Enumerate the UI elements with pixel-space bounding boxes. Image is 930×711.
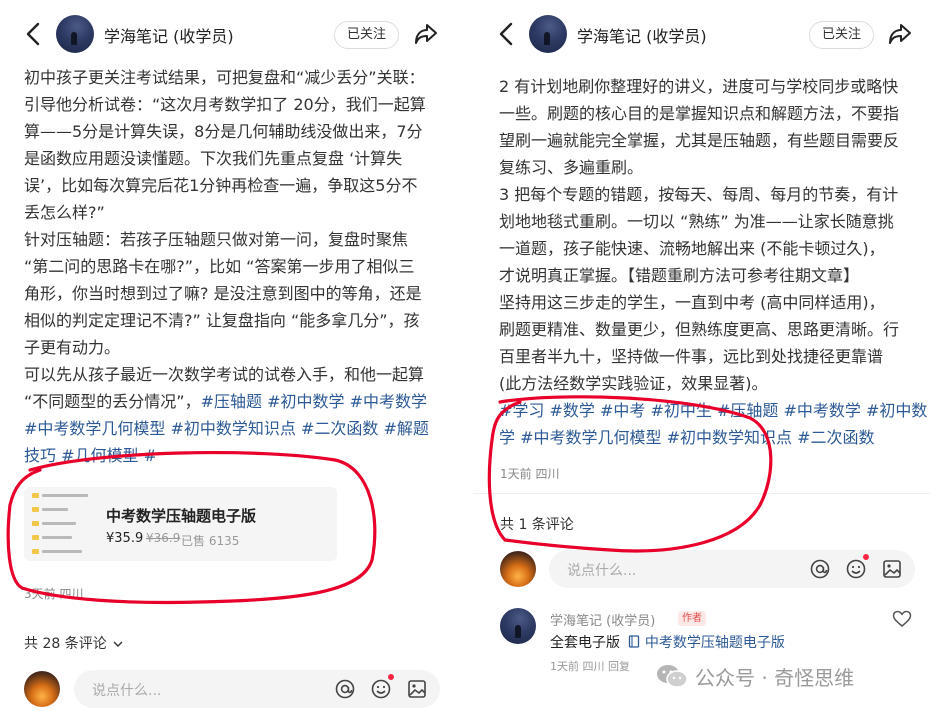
- image-icon[interactable]: [881, 558, 903, 580]
- post-meta: 3天前 四川: [24, 587, 84, 601]
- body-line: 坚持用这三步走的学生，一直到中考 (高中同样适用)，: [499, 293, 885, 312]
- divider: [473, 493, 930, 494]
- product-card[interactable]: 中考数学压轴题电子版 ¥35.9 ¥36.9 已售 6135: [24, 487, 337, 561]
- notification-dot: [863, 554, 869, 560]
- body-line: 子更有动力。: [24, 338, 121, 357]
- chevron-down-icon: [113, 641, 123, 647]
- body-text-segment: “不同题型的丢分情况”，: [24, 392, 201, 411]
- body-line: 刷题更精准、数量更少，但熟练度更高、思路更清晰。行: [499, 320, 900, 339]
- panel-gutter: [465, 0, 473, 711]
- book-icon: [629, 635, 640, 648]
- post-meta: 1天前 四川: [500, 467, 560, 481]
- body-line: 2 有计划地刷你整理好的讲义，进度可与学校同步或略快: [499, 77, 899, 96]
- product-thumbnail: [32, 491, 98, 557]
- at-icon[interactable]: [334, 678, 356, 700]
- product-sold-count: 已售 6135: [181, 534, 240, 548]
- author-avatar[interactable]: [56, 15, 94, 53]
- back-arrow-icon[interactable]: [22, 20, 44, 48]
- right-note-panel: 学海笔记 (收学员) 已关注 2 有计划地刷你整理好的讲义，进度可与学校同步或略…: [473, 0, 930, 711]
- body-line: 初中孩子更关注考试结果，可把复盘和“减少丢分”关联：: [24, 68, 425, 87]
- body-line: 丢怎么样?”: [24, 203, 105, 222]
- heart-icon[interactable]: [892, 610, 912, 628]
- commenter-name[interactable]: 学海笔记 (收学员): [550, 610, 655, 629]
- body-line: 是函数应用题没读懂题。下次我们先重点复盘 ‘计算失: [24, 149, 403, 168]
- emoji-icon[interactable]: [845, 558, 867, 580]
- body-line: 百里者半九十，坚持做一件事，远比到处找捷径更靠谱: [499, 347, 884, 366]
- commenter-avatar[interactable]: [500, 608, 536, 644]
- comment-placeholder: 说点什么...: [567, 563, 637, 579]
- follow-button[interactable]: 已关注: [334, 21, 400, 49]
- body-line: “第二问的思路卡在哪?”，比如 “答案第一步用了相似三: [24, 257, 415, 276]
- product-price: ¥35.9: [106, 531, 144, 546]
- note-header: 学海笔记 (收学员) 已关注: [473, 0, 930, 66]
- body-line: 一道题，孩子能快速、流畅地解出来 (不能卡顿过久)，: [499, 239, 885, 258]
- note-body: 初中孩子更关注考试结果，可把复盘和“减少丢分”关联： 引导他分析试卷：“这次月考…: [24, 64, 429, 469]
- product-link[interactable]: 中考数学压轴题电子版: [645, 635, 785, 651]
- body-line: 相似的判定定理记不清?” 让复盘指向 “能多拿几分”，孩: [24, 311, 420, 330]
- author-avatar[interactable]: [529, 15, 567, 53]
- comment-input[interactable]: 说点什么...: [549, 550, 915, 588]
- share-icon[interactable]: [887, 21, 913, 47]
- back-arrow-icon[interactable]: [495, 20, 517, 48]
- hashtag-line[interactable]: 学 #中考数学几何模型 #初中数学知识点 #二次函数: [499, 424, 927, 451]
- body-line: 划地地毯式重刷。一切以 “熟练” 为准——让家长随意挑: [499, 212, 894, 231]
- body-line: 才说明真正掌握。【错题重刷方法可参考往期文章】: [499, 266, 860, 285]
- comment-text: 全套电子版 中考数学压轴题电子版: [550, 632, 785, 652]
- wechat-icon: [657, 665, 688, 688]
- product-title: 中考数学压轴题电子版: [106, 507, 257, 525]
- current-user-avatar: [500, 551, 536, 587]
- body-line: 针对压轴题：若孩子压轴题只做对第一问，复盘时聚焦: [24, 230, 409, 249]
- body-line: 角形，你当时想到过了嘛? 是没注意到图中的等角，还是: [24, 284, 422, 303]
- comment-count[interactable]: 共 1 条评论: [500, 514, 574, 534]
- follow-button[interactable]: 已关注: [809, 21, 875, 49]
- body-line: 可以先从孩子最近一次数学考试的试卷入手，和他一起算: [24, 365, 425, 384]
- body-line: 误’，比如每次算完后花1分钟再检查一遍，争取这5分不: [24, 176, 418, 195]
- comment-body: 全套电子版: [550, 635, 620, 651]
- body-line: 复练习、多遍重刷。: [499, 158, 644, 177]
- body-line: “不同题型的丢分情况”，#压轴题 #初中数学 #中考数学: [24, 388, 429, 415]
- note-body: 2 有计划地刷你整理好的讲义，进度可与学校同步或略快 一些。刷题的核心目的是掌握…: [499, 73, 927, 451]
- comment-count-text: 共 28 条评论: [24, 636, 107, 652]
- current-user-avatar: [24, 671, 60, 707]
- comment-meta: 1天前 四川 回复: [550, 660, 630, 673]
- watermark-text: 公众号 · 奇怪思维: [695, 666, 855, 690]
- image-icon[interactable]: [406, 678, 428, 700]
- author-badge: 作者: [678, 611, 706, 626]
- emoji-icon[interactable]: [370, 678, 392, 700]
- share-icon[interactable]: [413, 21, 439, 47]
- body-line: 一些。刷题的核心目的是掌握知识点和解题方法，不要指: [499, 104, 900, 123]
- hashtag-group[interactable]: #压轴题 #初中数学 #中考数学: [201, 392, 427, 411]
- hashtag-line[interactable]: #中考数学几何模型 #初中数学知识点 #二次函数 #解题: [24, 415, 429, 442]
- author-name[interactable]: 学海笔记 (收学员): [104, 23, 234, 47]
- notification-dot: [388, 674, 394, 680]
- body-line: 引导他分析试卷：“这次月考数学扣了 20分，我们一起算: [24, 95, 426, 114]
- author-name[interactable]: 学海笔记 (收学员): [577, 23, 707, 47]
- left-note-panel: 学海笔记 (收学员) 已关注 初中孩子更关注考试结果，可把复盘和“减少丢分”关联…: [0, 0, 465, 711]
- product-original-price: ¥36.9: [146, 531, 181, 545]
- body-line: 算——5分是计算失误，8分是几何辅助线没做出来，7分: [24, 122, 423, 141]
- body-line: (此方法经数学实践验证，效果显著)。: [499, 374, 768, 393]
- body-line: 望刷一遍就能完全掌握，尤其是压轴题，有些题目需要反: [499, 131, 900, 150]
- hashtag-line[interactable]: 技巧 #几何模型 #: [24, 442, 429, 469]
- comment-count[interactable]: 共 28 条评论: [24, 633, 123, 653]
- comment-placeholder: 说点什么...: [92, 683, 162, 699]
- at-icon[interactable]: [809, 558, 831, 580]
- comment-input[interactable]: 说点什么...: [74, 670, 440, 708]
- note-header: 学海笔记 (收学员) 已关注: [0, 0, 465, 66]
- body-line: 3 把每个专题的错题，按每天、每周、每月的节奏，有计: [499, 185, 899, 204]
- hashtag-line[interactable]: #学习 #数学 #中考 #初中生 #压轴题 #中考数学 #初中数: [499, 397, 927, 424]
